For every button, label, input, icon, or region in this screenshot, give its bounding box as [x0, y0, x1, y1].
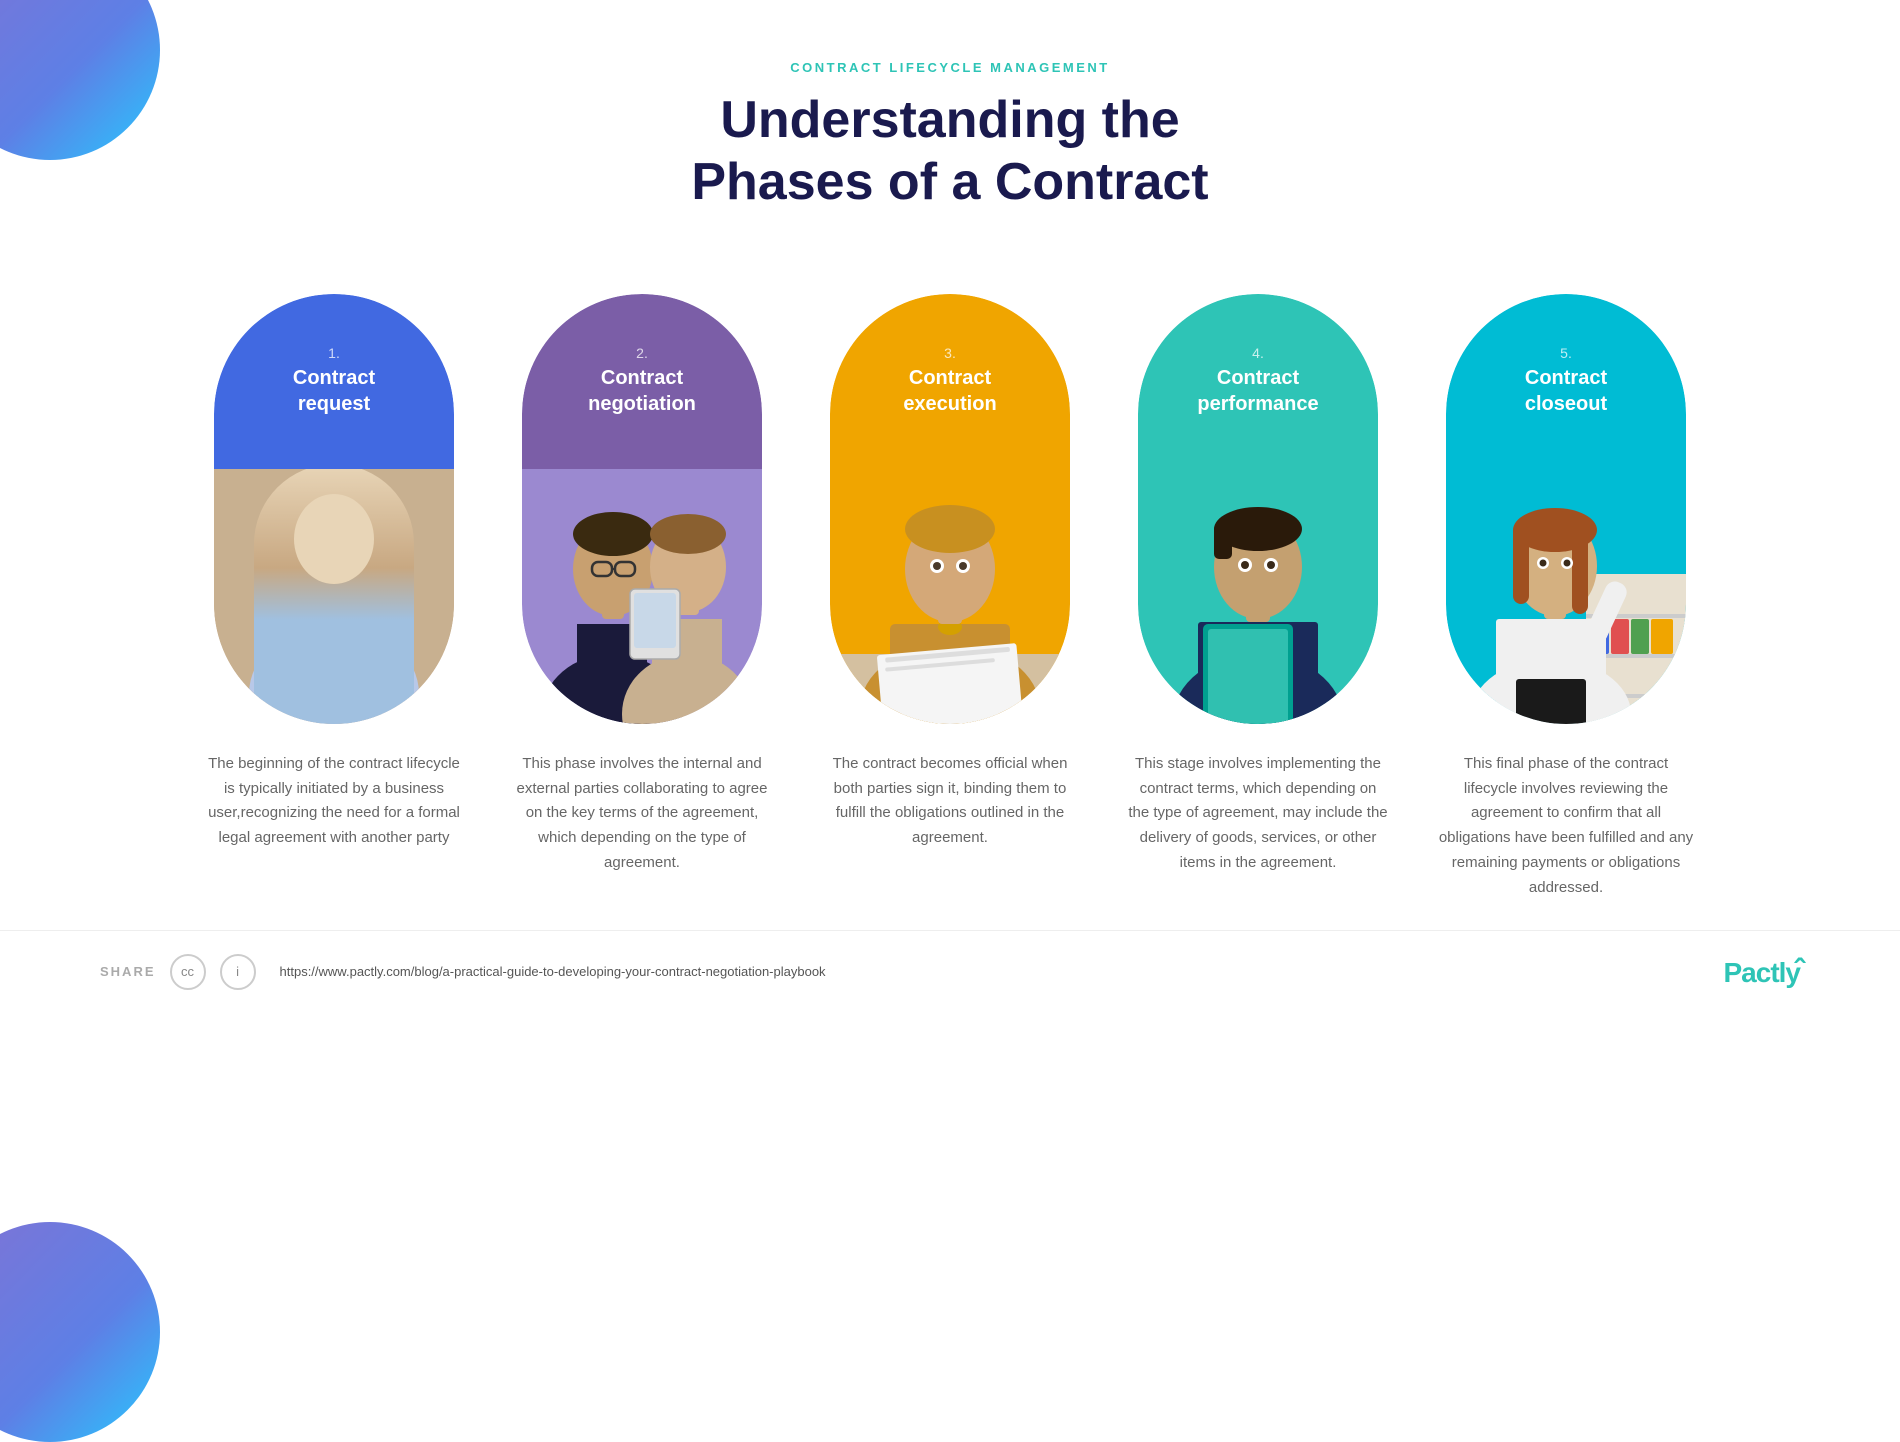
phases-container: 1. Contractrequest: [0, 244, 1900, 931]
phase-number-4: 4.: [1252, 345, 1264, 361]
cc-icon-button[interactable]: cc: [170, 954, 206, 990]
phase-card-2: 2. Contractnegotiation: [502, 294, 782, 876]
phase-pill-2: 2. Contractnegotiation: [522, 294, 762, 724]
info-icon-label: i: [236, 964, 239, 979]
phase-description-3: The contract becomes official when both …: [820, 752, 1080, 851]
person-image-2: [522, 434, 762, 724]
phase-number-5: 5.: [1560, 345, 1572, 361]
phase-description-1: The beginning of the contract lifecycle …: [204, 752, 464, 851]
phase-title-3: Contractexecution: [903, 365, 996, 417]
phase-photo-4: [1138, 434, 1378, 724]
phase-title-5: Contractcloseout: [1525, 365, 1607, 417]
phase-number-1: 1.: [328, 345, 340, 361]
phase-photo-3: [830, 434, 1070, 724]
cc-icon-label: cc: [181, 964, 194, 979]
title-line1: Understanding the: [720, 91, 1179, 149]
phase-card-5: 5. Contractcloseout: [1426, 294, 1706, 901]
page-header: CONTRACT LIFECYCLE MANAGEMENT Understand…: [0, 0, 1900, 244]
title-line2: Phases of a Contract: [691, 153, 1208, 211]
phase-description-4: This stage involves implementing the con…: [1128, 752, 1388, 876]
share-label: SHARE: [100, 964, 156, 979]
person-image-1: [214, 434, 454, 724]
phase-photo-2: [522, 434, 762, 724]
page-title: Understanding the Phases of a Contract: [0, 89, 1900, 214]
pactly-logo: Pactlŷ: [1724, 953, 1801, 990]
pill-header-2: 2. Contractnegotiation: [522, 294, 762, 469]
phase-card-3: 3. Contractexecution: [810, 294, 1090, 851]
pill-header-1: 1. Contractrequest: [214, 294, 454, 469]
phase-card-1: 1. Contractrequest: [194, 294, 474, 851]
phase-description-5: This final phase of the contract lifecyc…: [1436, 752, 1696, 901]
info-icon-button[interactable]: i: [220, 954, 256, 990]
deco-circle-bottom: [0, 1222, 160, 1442]
phase-number-3: 3.: [944, 345, 956, 361]
phase-title-2: Contractnegotiation: [588, 365, 696, 417]
phase-photo-1: [214, 434, 454, 724]
phase-card-4: 4. Contractperformance: [1118, 294, 1398, 876]
phase-pill-1: 1. Contractrequest: [214, 294, 454, 724]
phase-pill-5: 5. Contractcloseout: [1446, 294, 1686, 724]
pill-header-5: 5. Contractcloseout: [1446, 294, 1686, 469]
pill-header-4: 4. Contractperformance: [1138, 294, 1378, 469]
footer-left: SHARE cc i https://www.pactly.com/blog/a…: [100, 954, 826, 990]
footer-url: https://www.pactly.com/blog/a-practical-…: [280, 964, 826, 979]
phase-title-1: Contractrequest: [293, 365, 375, 417]
phase-pill-4: 4. Contractperformance: [1138, 294, 1378, 724]
pill-header-3: 3. Contractexecution: [830, 294, 1070, 469]
phase-title-4: Contractperformance: [1197, 365, 1318, 417]
person-image-3: [830, 434, 1070, 724]
phase-photo-5: [1446, 434, 1686, 724]
page-footer: SHARE cc i https://www.pactly.com/blog/a…: [0, 930, 1900, 1012]
person-image-5: [1446, 434, 1686, 724]
person-image-4: [1138, 434, 1378, 724]
phase-pill-3: 3. Contractexecution: [830, 294, 1070, 724]
phase-description-2: This phase involves the internal and ext…: [512, 752, 772, 876]
phase-number-2: 2.: [636, 345, 648, 361]
category-label: CONTRACT LIFECYCLE MANAGEMENT: [0, 60, 1900, 75]
logo-text: Pactly: [1724, 957, 1801, 988]
